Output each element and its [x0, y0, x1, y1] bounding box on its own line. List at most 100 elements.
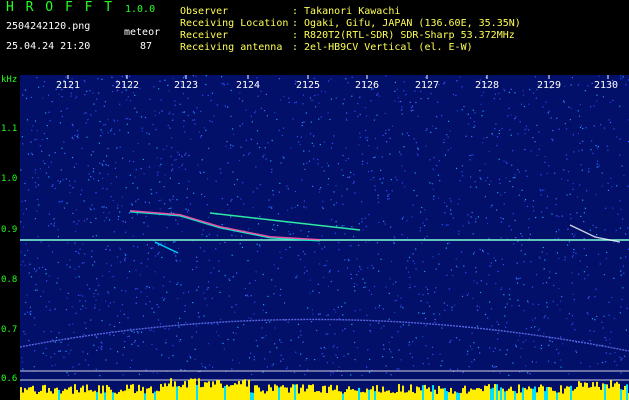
spectrum-bar: [110, 389, 112, 400]
spectrum-bar: [302, 384, 304, 400]
spectrum-bar: [150, 386, 152, 400]
spectrum-bar: [418, 387, 420, 400]
spectrum-bar: [180, 387, 182, 400]
lower-carrier-arc: [20, 318, 629, 352]
spectrum-bar: [104, 392, 106, 400]
y-axis-unit: kHz: [1, 75, 18, 85]
x-tick-label: 2128: [474, 80, 500, 91]
spectrum-bar: [262, 390, 264, 400]
spectrum-bar: [274, 384, 276, 400]
spectrum-bar: [498, 390, 500, 400]
spectrum-bar: [432, 385, 434, 400]
spectrum-bar: [508, 388, 510, 400]
app-title: H R O F F T: [6, 0, 115, 15]
spectrum-bar: [576, 387, 578, 400]
spectrum-bar: [548, 386, 550, 400]
spectrum-bar: [188, 379, 190, 400]
spectrum-bar: [64, 388, 66, 400]
spectrum-bar: [88, 390, 90, 400]
spectrum-bar: [270, 387, 272, 400]
spectrum-bar: [486, 386, 488, 400]
spectrum-bar: [598, 386, 600, 400]
spectrum-bar: [258, 387, 260, 400]
spectrum-bar: [550, 387, 552, 400]
spectrum-bar: [450, 387, 452, 400]
spectrum-bar: [154, 391, 156, 400]
station-info: Observer: Takanori Kawachi Receiving Loc…: [180, 6, 521, 54]
spectrum-bar: [574, 388, 576, 400]
spectrum-bar: [472, 389, 474, 400]
spectrum-bar: [326, 392, 328, 400]
spectrum-bar: [454, 391, 456, 400]
spectrum-bar: [546, 387, 548, 400]
spectrum-bar: [208, 381, 210, 400]
spectrum-bar: [530, 388, 532, 400]
spectrum-bar: [58, 389, 60, 400]
spectrum-bar: [522, 387, 524, 400]
spectrum-bar: [578, 381, 580, 400]
spectrum-bar: [124, 390, 126, 400]
spectrum-bar: [386, 390, 388, 400]
spectrum-bar: [442, 388, 444, 400]
spectrum-bar: [368, 389, 370, 400]
spectrum-bar: [138, 384, 140, 400]
spectrum-bar: [102, 385, 104, 400]
y-tick: 0.6: [1, 374, 18, 384]
spectrum-bar: [396, 391, 398, 400]
x-tick-label: 2122: [114, 80, 140, 91]
spectrum-bar: [70, 386, 72, 400]
x-tick-label: 2125: [295, 80, 321, 91]
spectrum-bar: [114, 392, 116, 400]
capture-datetime: 25.04.24 21:20: [6, 41, 91, 52]
spectrum-bar: [536, 392, 538, 400]
spectrum-bar: [50, 391, 52, 400]
spectrum-bar: [416, 386, 418, 400]
spectrum-bar: [178, 386, 180, 400]
spectrum-bar: [616, 381, 618, 400]
spectrum-bar: [176, 386, 178, 400]
spectrum-bar: [250, 392, 252, 400]
spectrum-bar: [246, 386, 248, 400]
spectrum-bar: [280, 386, 282, 400]
spectrum-bar: [552, 390, 554, 400]
x-tick-label: 2123: [173, 80, 199, 91]
x-tick-label: 2126: [354, 80, 380, 91]
spectrum-bar: [90, 389, 92, 400]
spectrum-bar: [482, 391, 484, 400]
spectrum-bar: [92, 391, 94, 400]
spectrum-bar: [526, 389, 528, 400]
spectrum-bar: [318, 391, 320, 400]
spectrum-bar: [230, 385, 232, 400]
spectrum-bar: [202, 386, 204, 400]
spectrum-bar: [156, 390, 158, 400]
spectrum-bar: [84, 392, 86, 400]
spectrum-bar: [60, 393, 62, 400]
spectrum-bar: [518, 384, 520, 400]
spectrogram-plot: [20, 75, 629, 400]
spectrum-bar: [244, 379, 246, 400]
spectrum-bar: [528, 386, 530, 400]
spectrum-bar: [94, 390, 96, 400]
spectrum-bar: [74, 384, 76, 400]
spectrum-bar: [502, 388, 504, 400]
spectrum-bar: [532, 388, 534, 400]
spectrum-bar: [404, 392, 406, 400]
spectrum-bar: [374, 391, 376, 400]
spectrum-bar: [78, 392, 80, 400]
spectrum-bar: [332, 390, 334, 400]
meteor-trace: [209, 212, 361, 231]
spectrum-bar: [148, 388, 150, 400]
spectrum-bar: [218, 380, 220, 400]
spectrum-bar: [484, 385, 486, 400]
spectrum-bar: [56, 387, 58, 400]
spectrum-bar: [554, 391, 556, 400]
meteor-trace: [129, 211, 321, 242]
spectrum-bar: [372, 386, 374, 400]
spectrum-bar: [100, 393, 102, 400]
spectrum-bar: [384, 391, 386, 400]
spectrum-bar: [458, 392, 460, 400]
spectrum-bar: [198, 378, 200, 400]
spectrum-bar: [296, 384, 298, 400]
spectrum-bar: [394, 393, 396, 400]
spectrum-bar: [410, 384, 412, 400]
